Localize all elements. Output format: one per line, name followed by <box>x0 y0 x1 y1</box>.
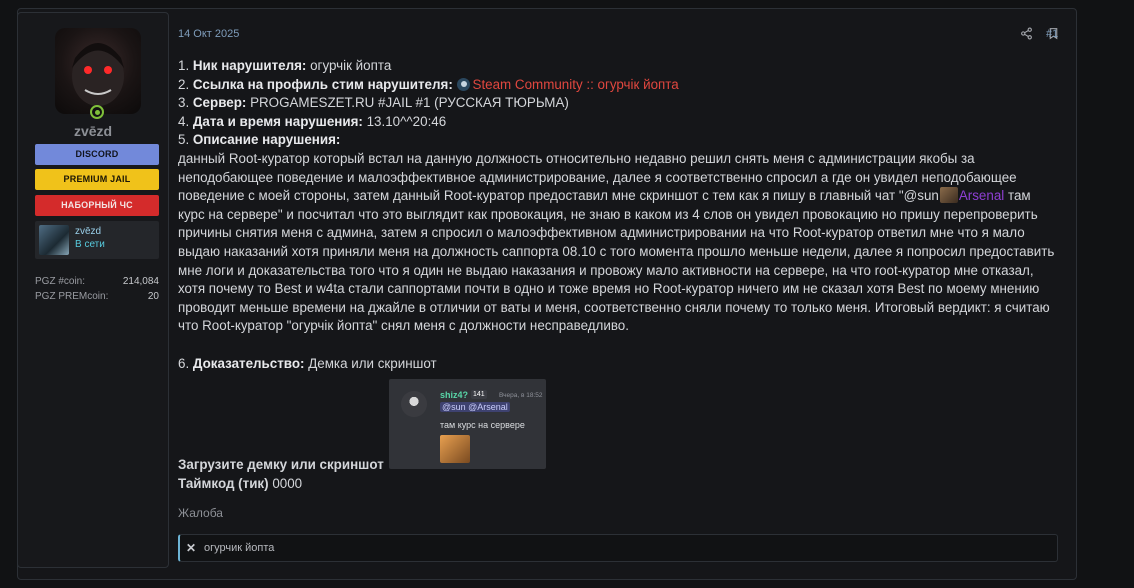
online-status-icon <box>90 105 104 119</box>
steam-name: zvēzd <box>75 226 102 237</box>
nick-label: Ник нарушителя: <box>192 58 307 73</box>
steam-label: Ссылка на профиль стим нарушителя: <box>192 76 453 92</box>
timecode-label: Таймкод (тик) <box>178 475 269 491</box>
discord-banner: DISCORD <box>35 144 159 165</box>
close-icon[interactable]: ✕ <box>186 541 196 555</box>
nick-value: огурчік йопта <box>306 58 392 73</box>
server-label: Сервер: <box>192 95 247 111</box>
timecode-row: Таймкод (тик) 0000 <box>178 475 384 494</box>
nabor-banner: НАБОРНЫЙ ЧС <box>35 195 159 216</box>
stat-label: PGZ #coin: <box>35 276 86 287</box>
post-number[interactable]: #1 <box>1046 28 1058 40</box>
line-nick: 1. Ник нарушителя: огурчік йопта <box>178 58 392 73</box>
steam-status: В сети <box>75 239 105 250</box>
line-date: 4. Дата и время нарушения: 13.10^^20:46 <box>178 113 447 129</box>
upload-label-row: Загрузите демку или скриншот <box>178 456 384 475</box>
arsenal-mention[interactable]: Arsenal <box>959 188 1004 203</box>
post-body: 1. Ник нарушителя: огурчік йопта 2. Ссыл… <box>178 57 1058 373</box>
stat-value: 214,084 <box>122 276 159 287</box>
share-icon[interactable] <box>1020 27 1033 40</box>
date-label: Дата и время нарушения: <box>192 113 363 129</box>
stat-coin: PGZ #coin: 214,084 <box>35 276 159 287</box>
proof-value: Демка или скриншот <box>304 355 437 371</box>
steam-profile-link[interactable]: Steam Community :: огурчік йопта <box>473 77 679 92</box>
proof-screenshot[interactable]: shiz4? 141 Вчера, в 18:52 @sun @Arsenal … <box>389 379 546 469</box>
user-sidebar: zvēzd DISCORD PREMIUM JAIL НАБОРНЫЙ ЧС z… <box>17 12 169 568</box>
server-value: PROGAMESZET.RU #JAIL #1 (РУССКАЯ ТЮРЬМА) <box>246 95 569 111</box>
line-desc: 5. Описание нарушения: <box>178 132 341 148</box>
steam-avatar <box>39 225 69 255</box>
user-avatar[interactable] <box>55 28 141 114</box>
discord-message: там курс на сервере <box>440 420 525 430</box>
discord-username: shiz4? <box>440 390 469 400</box>
mention-avatar-icon <box>939 187 958 204</box>
steam-status-card[interactable]: zvēzd В сети <box>35 221 159 259</box>
avatar-image-icon <box>72 43 124 106</box>
discord-mention: @sun @Arsenal <box>440 402 510 412</box>
post-date[interactable]: 14 Окт 2025 <box>178 28 239 40</box>
desc-part-1: данный Root-куратор который встал на дан… <box>178 150 1017 204</box>
proof-label: Доказательство: <box>192 355 305 371</box>
line-steam: 2. Ссылка на профиль стим нарушителя: St… <box>178 76 679 92</box>
desc-part-2: там курс на сервере" и посчитал что это … <box>178 188 1055 334</box>
desc-label: Описание нарушения: <box>192 132 341 148</box>
discord-timestamp: Вчера, в 18:52 <box>499 392 543 399</box>
complaint-label[interactable]: Жалоба <box>178 506 223 520</box>
line-server: 3. Сервер: PROGAMESZET.RU #JAIL #1 (РУСС… <box>178 95 569 111</box>
discord-badge: 141 <box>471 390 487 399</box>
discord-avatar <box>401 391 427 417</box>
stat-label: PGZ PREMcoin: <box>35 291 109 302</box>
upload-label: Загрузите демку или скриншот <box>178 457 384 472</box>
discord-emoji <box>440 435 470 463</box>
stat-premcoin: PGZ PREMcoin: 20 <box>35 291 159 302</box>
line-proof: 6. Доказательство: Демка или скриншот <box>178 355 437 371</box>
description-text: данный Root-куратор который встал на дан… <box>178 150 1058 336</box>
tag-text: огурчик йопта <box>204 542 275 554</box>
username[interactable]: zvēzd <box>18 123 168 139</box>
steam-icon <box>456 77 470 91</box>
upload-section: Загрузите демку или скриншот Таймкод (ти… <box>178 456 384 493</box>
premium-jail-banner: PREMIUM JAIL <box>35 169 159 190</box>
date-value: 13.10^^20:46 <box>362 113 447 129</box>
stat-value: 20 <box>147 291 159 302</box>
tag-box[interactable]: ✕ огурчик йопта <box>178 534 1058 562</box>
timecode-value: 0000 <box>268 475 303 491</box>
